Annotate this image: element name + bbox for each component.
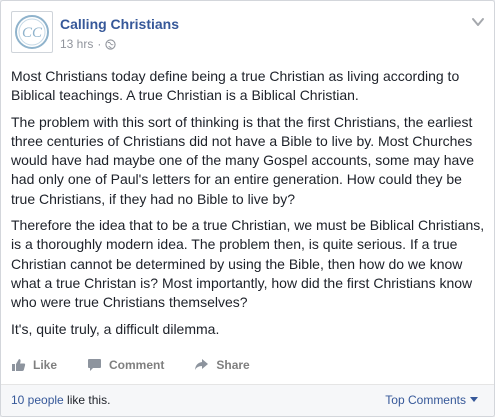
comment-icon bbox=[88, 359, 102, 371]
likes-count-link[interactable]: 10 people bbox=[11, 393, 64, 407]
comment-label: Comment bbox=[109, 358, 165, 372]
comment-button[interactable]: Comment bbox=[87, 358, 164, 372]
avatar-monogram: CC bbox=[22, 25, 43, 41]
post-paragraph: Therefore the idea that to be a true Chr… bbox=[11, 217, 485, 311]
likes-summary: 10 people like this. bbox=[11, 393, 110, 407]
post-actions: Like Comment Share bbox=[11, 354, 485, 376]
caret-down-icon bbox=[470, 397, 478, 402]
like-button[interactable]: Like bbox=[11, 358, 57, 372]
page-avatar[interactable]: CC bbox=[11, 11, 53, 53]
likes-suffix: like this. bbox=[63, 393, 111, 407]
share-label: Share bbox=[216, 358, 250, 372]
top-comments-label: Top Comments bbox=[385, 393, 466, 407]
post-paragraph: It's, quite truly, a difficult dilemma. bbox=[11, 320, 220, 337]
meta-separator: · bbox=[97, 37, 102, 51]
post-paragraph: The problem with this sort of thinking i… bbox=[11, 113, 475, 207]
top-comments-dropdown[interactable]: Top Comments bbox=[385, 393, 478, 407]
post-paragraph: Most Christians today define being a tru… bbox=[11, 68, 460, 104]
post-footer: 10 people like this. Top Comments bbox=[1, 385, 494, 416]
thumbs-up-icon bbox=[12, 359, 26, 371]
post-timestamp[interactable]: 13 hrs bbox=[60, 37, 93, 51]
post-header: CC Calling Christians 13 hrs · bbox=[11, 11, 481, 53]
post-body: Most Christians today define being a tru… bbox=[11, 67, 485, 346]
share-button[interactable]: Share bbox=[194, 358, 250, 372]
share-icon bbox=[195, 359, 209, 370]
page-name-link[interactable]: Calling Christians bbox=[60, 16, 179, 32]
post-meta: 13 hrs · bbox=[60, 37, 116, 51]
like-label: Like bbox=[33, 358, 58, 372]
chevron-down-icon[interactable] bbox=[470, 15, 486, 29]
page-logo: CC bbox=[15, 15, 49, 49]
post-card: CC Calling Christians 13 hrs · Most Chri… bbox=[0, 0, 495, 417]
globe-icon[interactable] bbox=[105, 39, 116, 50]
